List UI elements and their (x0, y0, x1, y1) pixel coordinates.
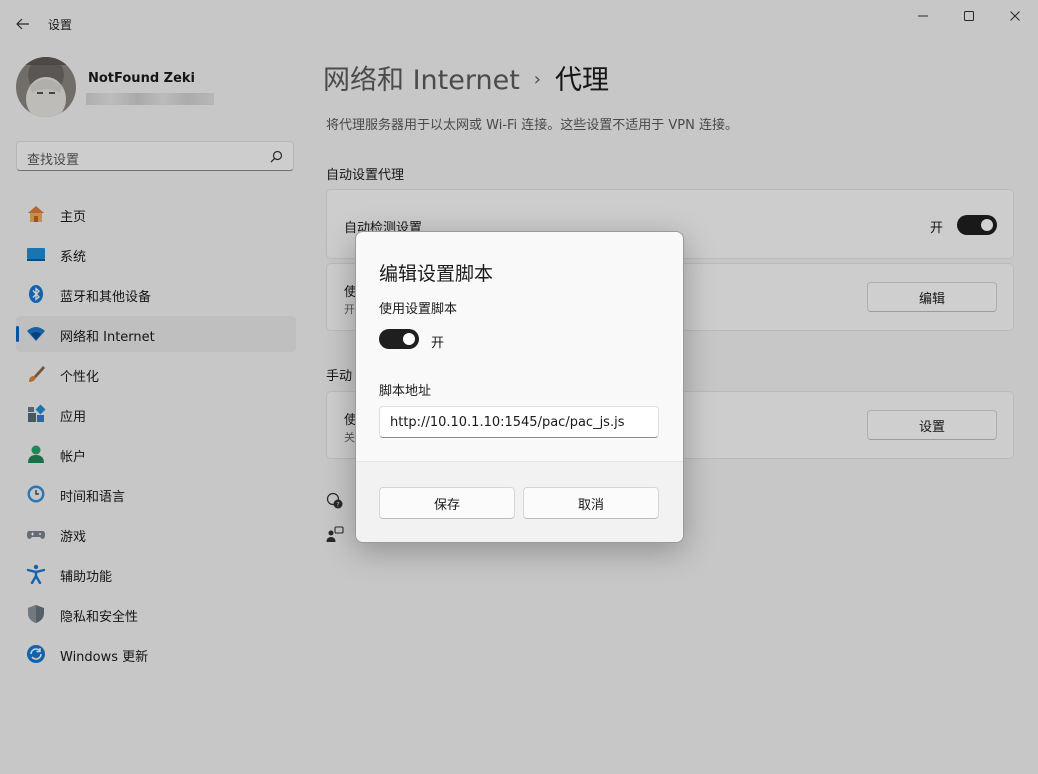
settings-window: 设置 NotFound Zeki 查找设置 主页 系统 蓝牙和其他设备 网络和 … (0, 0, 1038, 774)
use-script-label: 使用设置脚本 (379, 302, 458, 317)
dialog-footer: 保存 取消 (356, 461, 683, 542)
save-button[interactable]: 保存 (379, 487, 515, 519)
script-address-value: http://10.10.1.10:1545/pac/pac_js.js (390, 415, 625, 430)
cancel-button[interactable]: 取消 (523, 487, 659, 519)
script-address-input[interactable]: http://10.10.1.10:1545/pac/pac_js.js (379, 406, 659, 438)
use-script-toggle[interactable] (379, 329, 419, 349)
edit-script-dialog: 编辑设置脚本 使用设置脚本 开 脚本地址 http://10.10.1.10:1… (355, 231, 684, 543)
dialog-title: 编辑设置脚本 (379, 263, 494, 285)
use-script-toggle-state: 开 (431, 336, 445, 351)
script-address-label: 脚本地址 (379, 384, 432, 399)
